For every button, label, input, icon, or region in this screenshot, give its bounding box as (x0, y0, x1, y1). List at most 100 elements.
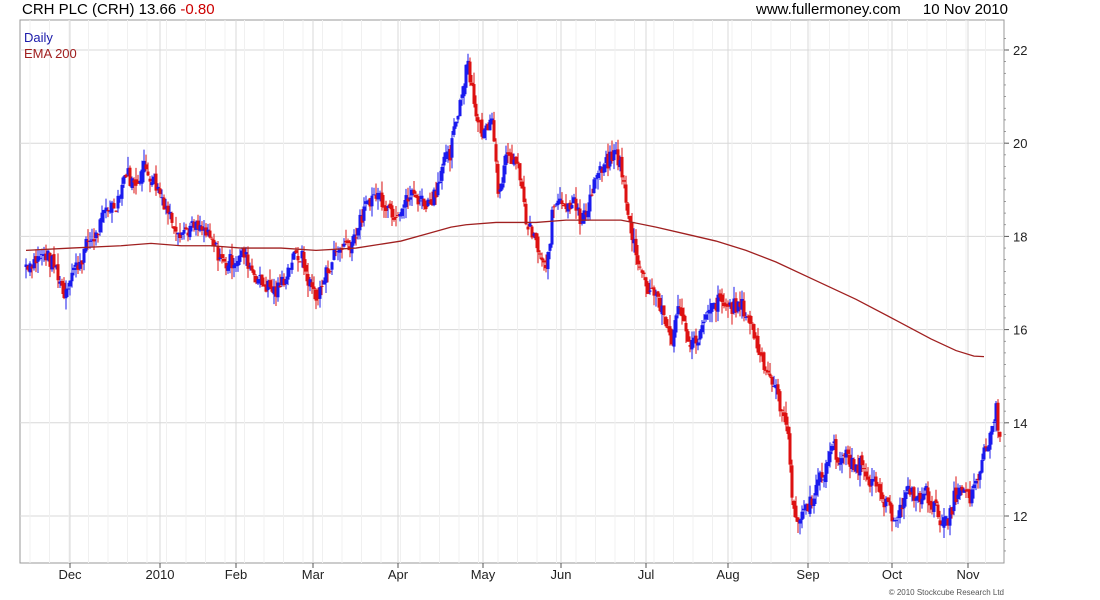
candle-up (182, 230, 186, 234)
candle-down (768, 373, 772, 377)
plot-area (19, 19, 1005, 564)
candle-down (642, 272, 646, 275)
candle-up (570, 205, 574, 209)
candle-up (502, 165, 506, 183)
candle-up (452, 126, 456, 135)
candle-down (394, 216, 398, 218)
candle-down (208, 230, 212, 238)
candle-down (758, 352, 762, 355)
candle-down (320, 285, 324, 287)
candle-down (836, 457, 840, 463)
candle-up (528, 223, 532, 227)
candle-up (602, 164, 606, 173)
y-tick-label: 18 (1013, 229, 1027, 244)
candle-up (400, 208, 404, 216)
candle-down (390, 205, 394, 218)
x-tick-label: Aug (716, 567, 739, 582)
candle-down (720, 294, 724, 302)
candle-down (124, 174, 128, 178)
candle-down (212, 239, 216, 246)
candle-down (934, 499, 938, 503)
x-tick-label: Dec (58, 567, 82, 582)
candle-up (94, 232, 98, 239)
candle-down (762, 352, 766, 370)
candle-down (686, 331, 690, 342)
x-tick-label: Jul (638, 567, 655, 582)
candle-down (880, 492, 884, 500)
candle-up (330, 262, 334, 270)
candle-down (158, 188, 162, 195)
candle-down (106, 210, 110, 212)
candle-down (846, 449, 850, 454)
candle-down (624, 184, 628, 203)
price-chart: 12 14 16 18 20 22 Dec 2010 Feb Mar Apr May Jun Jul Aug… (19, 19, 1027, 582)
candle-up (318, 287, 322, 299)
candle-down (646, 282, 650, 294)
candle-down (620, 156, 624, 178)
legend-daily: Daily (24, 30, 53, 45)
candle-up (594, 178, 598, 180)
candle-down (200, 226, 204, 231)
candle-down (474, 103, 478, 117)
candle-down (780, 409, 784, 411)
candle-up (150, 182, 154, 186)
candle-up (40, 254, 44, 256)
candle-down (220, 254, 224, 259)
candle-down (834, 439, 838, 460)
candle-down (860, 455, 864, 466)
candle-down (252, 270, 256, 275)
candle-down (52, 254, 56, 268)
candle-down (312, 286, 316, 289)
candle-up (812, 498, 816, 507)
candle-up (66, 288, 70, 290)
candle-down (784, 412, 788, 425)
candle-down (526, 226, 530, 230)
candle-up (988, 432, 992, 450)
candle-up (990, 426, 994, 435)
candle-down (954, 487, 958, 503)
candle-down (668, 326, 672, 336)
candle-down (684, 323, 688, 332)
candle-down (742, 300, 746, 317)
candle-up (586, 210, 590, 218)
candle-up (120, 184, 124, 199)
candle-down (134, 179, 138, 186)
candle-up (704, 314, 708, 320)
candle-down (92, 239, 96, 242)
candle-down (874, 476, 878, 487)
candle-up (612, 150, 616, 161)
candle-down (170, 212, 174, 223)
candle-down (250, 265, 254, 271)
x-tick-label: Apr (388, 567, 409, 582)
candle-down (552, 206, 556, 208)
candle-down (590, 194, 594, 196)
candle-down (472, 84, 476, 104)
candle-up (798, 520, 802, 524)
candle-up (450, 138, 454, 158)
candle-up (902, 497, 906, 509)
candle-up (456, 115, 460, 120)
candle-down (630, 222, 634, 241)
candle-up (970, 489, 974, 504)
candle-up (498, 189, 502, 192)
candle-down (148, 178, 152, 182)
candle-down (622, 180, 626, 182)
candle-up (674, 315, 678, 333)
candle-down (794, 505, 798, 518)
candle-up (980, 460, 984, 473)
candle-up (982, 447, 986, 460)
candle-up (426, 199, 430, 207)
candle-up (898, 504, 902, 519)
candle-up (894, 520, 898, 522)
candle-down (416, 196, 420, 205)
candle-down (494, 144, 498, 162)
candle-up (370, 195, 374, 207)
candle-down (656, 291, 660, 297)
candle-down (144, 164, 148, 170)
candle-up (500, 183, 504, 190)
x-tick-label: Oct (882, 567, 903, 582)
candle-down (174, 226, 178, 232)
candle-down (864, 471, 868, 477)
candle-up (824, 463, 828, 483)
candle-down (184, 227, 188, 230)
